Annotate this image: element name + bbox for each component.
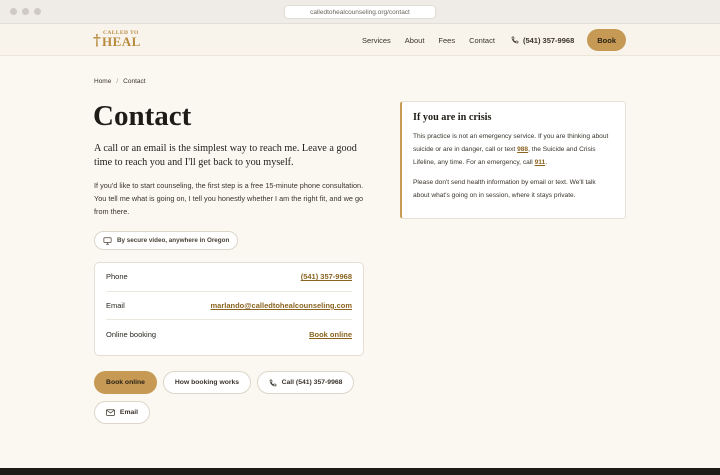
monitor-icon <box>103 236 112 245</box>
maximize-dot[interactable] <box>34 8 41 15</box>
phone-link[interactable]: (541) 357-9968 <box>301 272 352 281</box>
site-footer <box>0 468 720 475</box>
site-header: † CALLED TO HEAL Services About Fees Con… <box>0 24 720 56</box>
breadcrumb-current: Contact <box>123 78 146 85</box>
contact-methods-card: Phone (541) 357-9968 Email marlando@call… <box>94 262 364 356</box>
logo-main-text: HEAL <box>102 34 141 49</box>
mail-icon <box>106 409 115 416</box>
chip-text: By secure video, anywhere in Oregon <box>117 237 230 244</box>
contact-label: Online booking <box>106 329 157 339</box>
nav-contact[interactable]: Contact <box>469 36 495 45</box>
book-online-button[interactable]: Book online <box>94 371 157 394</box>
breadcrumb: Home / Contact <box>94 78 146 85</box>
browser-chrome: calledtohealcounseling.org/contact <box>0 0 720 24</box>
breadcrumb-separator: / <box>116 78 119 85</box>
nav-fees[interactable]: Fees <box>438 36 455 45</box>
site-logo[interactable]: † CALLED TO HEAL <box>93 30 143 50</box>
email-link[interactable]: marlando@calledtohealcounseling.com <box>210 301 352 310</box>
contact-row-phone: Phone (541) 357-9968 <box>106 263 352 292</box>
address-bar[interactable]: calledtohealcounseling.org/contact <box>284 5 436 19</box>
main-nav: Services About Fees Contact (541) 357-99… <box>348 28 626 52</box>
nav-services[interactable]: Services <box>362 36 391 45</box>
contact-row-booking: Online booking Book online <box>106 320 352 349</box>
crisis-notice: If you are in crisis This practice is no… <box>400 101 626 219</box>
intro-paragraph: If you'd like to start counseling, the f… <box>94 181 364 216</box>
call-button[interactable]: Call (541) 357-9968 <box>257 371 354 394</box>
lead-text: A call or an email is the simplest way t… <box>94 143 357 168</box>
header-book-button[interactable]: Book <box>587 29 626 51</box>
contact-label: Email <box>106 300 125 310</box>
close-dot[interactable] <box>10 8 17 15</box>
crisis-text: . <box>545 159 548 166</box>
how-booking-works-button[interactable]: How booking works <box>163 371 251 394</box>
breadcrumb-home[interactable]: Home <box>94 78 111 85</box>
video-availability-chip: By secure video, anywhere in Oregon <box>94 231 239 250</box>
emergency-911-link[interactable]: 911 <box>535 159 546 166</box>
call-button-label: Call (541) 357-9968 <box>281 379 343 386</box>
email-button[interactable]: Email <box>94 401 150 424</box>
logo-cross: † <box>93 31 101 49</box>
contact-label: Phone <box>106 272 128 282</box>
crisis-paragraph: This practice is not an emergency servic… <box>413 130 614 169</box>
crisis-title: If you are in crisis <box>413 112 492 123</box>
book-online-link[interactable]: Book online <box>309 330 352 339</box>
privacy-note: Please don't send health information by … <box>413 179 596 199</box>
page-title: Contact <box>93 100 192 132</box>
contact-row-email: Email marlando@calledtohealcounseling.co… <box>106 292 352 321</box>
minimize-dot[interactable] <box>22 8 29 15</box>
main-content: Home / Contact Contact A call or an email … <box>0 56 720 468</box>
header-phone-link[interactable]: (541) 357-9968 <box>511 36 574 45</box>
phone-icon <box>511 36 519 44</box>
window-controls <box>10 8 41 15</box>
header-phone-text: (541) 357-9968 <box>522 35 575 45</box>
nav-about[interactable]: About <box>405 36 425 45</box>
email-button-label: Email <box>119 409 139 416</box>
crisis-988-link[interactable]: 988 <box>517 146 528 153</box>
phone-icon <box>269 379 277 387</box>
